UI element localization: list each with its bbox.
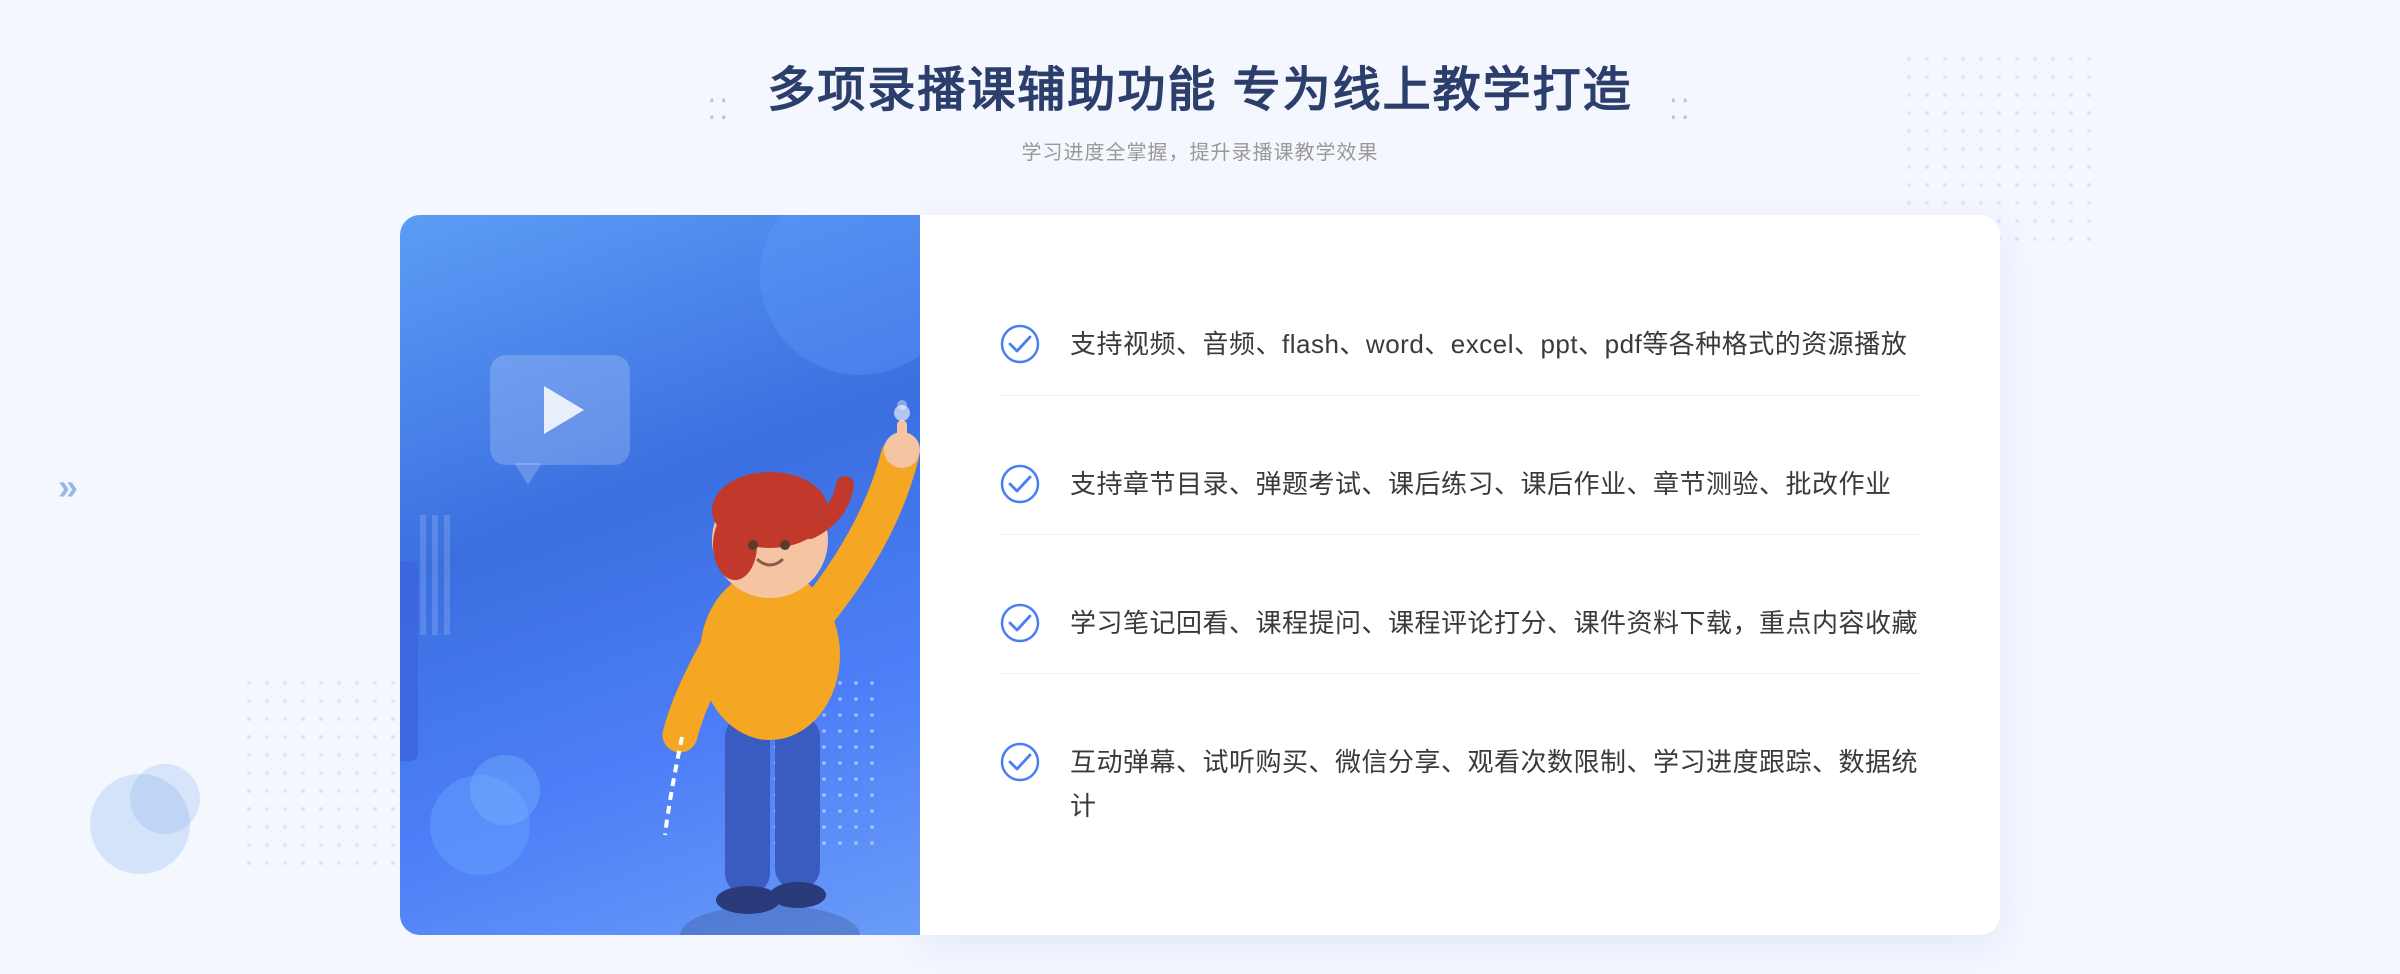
- check-icon-1: [1000, 324, 1040, 364]
- feature-text-4: 互动弹幕、试听购买、微信分享、观看次数限制、学习进度跟踪、数据统计: [1070, 740, 1920, 828]
- page-subtitle: 学习进度全掌握，提升录播课教学效果: [767, 136, 1632, 165]
- features-card: 支持视频、音频、flash、word、excel、ppt、pdf等各种格式的资源…: [920, 215, 2000, 935]
- circle-decoration-2: [130, 764, 200, 834]
- check-icon-3: [1000, 603, 1040, 643]
- illustration-circle-2: [470, 755, 540, 825]
- feature-text-1: 支持视频、音频、flash、word、excel、ppt、pdf等各种格式的资源…: [1070, 322, 1907, 366]
- feature-text-3: 学习笔记回看、课程提问、课程评论打分、课件资料下载，重点内容收藏: [1070, 601, 1918, 645]
- page-title: 多项录播课辅助功能 专为线上教学打造: [767, 60, 1632, 122]
- left-accent-bar: [400, 561, 418, 761]
- page-header: 多项录播课辅助功能 专为线上教学打造 学习进度全掌握，提升录播课教学效果: [767, 60, 1632, 165]
- blue-arc-decoration: [760, 215, 920, 375]
- illustration-card: [400, 215, 920, 935]
- feature-item-4: 互动弹幕、试听购买、微信分享、观看次数限制、学习进度跟踪、数据统计: [1000, 712, 1920, 856]
- chevron-left-decoration: »: [58, 466, 78, 508]
- check-icon-4: [1000, 742, 1040, 782]
- page-wrapper: » 多项录播课辅助功能 专为线上教学打造 学习进度全掌握，提升录播课教学效果: [0, 0, 2400, 974]
- content-area: 支持视频、音频、flash、word、excel、ppt、pdf等各种格式的资源…: [400, 215, 2000, 935]
- stripe-decoration: [420, 515, 450, 635]
- person-illustration: [570, 355, 920, 935]
- feature-item-3: 学习笔记回看、课程提问、课程评论打分、课件资料下载，重点内容收藏: [1000, 573, 1920, 674]
- feature-item-1: 支持视频、音频、flash、word、excel、ppt、pdf等各种格式的资源…: [1000, 294, 1920, 395]
- feature-text-2: 支持章节目录、弹题考试、课后练习、课后作业、章节测验、批改作业: [1070, 462, 1892, 506]
- check-icon-2: [1000, 464, 1040, 504]
- feature-item-2: 支持章节目录、弹题考试、课后练习、课后作业、章节测验、批改作业: [1000, 434, 1920, 535]
